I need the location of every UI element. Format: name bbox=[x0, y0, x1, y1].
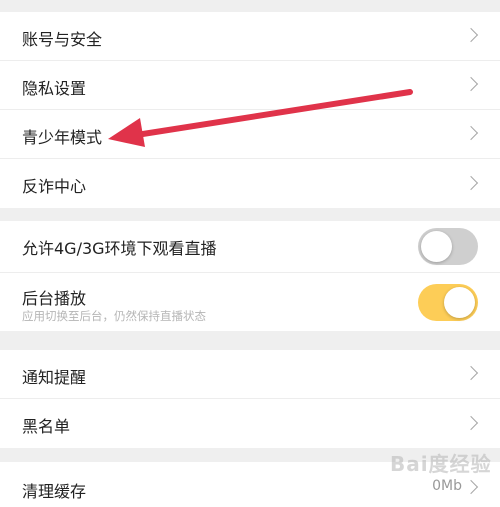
notification-row[interactable]: 通知提醒 bbox=[0, 350, 500, 399]
anti-fraud-row[interactable]: 反诈中心 bbox=[0, 159, 500, 208]
privacy-settings-label: 隐私设置 bbox=[22, 79, 87, 98]
chevron-right-icon bbox=[463, 76, 479, 92]
chevron-right-icon bbox=[463, 125, 479, 141]
mobile-data-label: 允许4G/3G环境下观看直播 bbox=[22, 238, 217, 258]
notification-label: 通知提醒 bbox=[22, 368, 87, 387]
teen-mode-row[interactable]: 青少年模式 bbox=[0, 110, 500, 159]
background-play-label: 后台播放 bbox=[22, 289, 87, 308]
toggle-knob bbox=[421, 231, 452, 262]
account-security-row[interactable]: 账号与安全 bbox=[0, 12, 500, 61]
notify-group: 通知提醒 黑名单 bbox=[0, 350, 500, 448]
watermark: Bai度经验 bbox=[390, 452, 492, 476]
mobile-data-row: 允许4G/3G环境下观看直播 bbox=[0, 221, 500, 273]
chevron-right-icon bbox=[463, 27, 479, 43]
chevron-right-icon bbox=[463, 175, 479, 190]
background-play-toggle[interactable] bbox=[418, 283, 478, 321]
playback-group: 允许4G/3G环境下观看直播 后台播放 应用切换至后台，仍然保持直播状态 bbox=[0, 221, 500, 331]
toggle-knob bbox=[444, 286, 475, 318]
chevron-right-icon bbox=[463, 365, 479, 381]
blacklist-row[interactable]: 黑名单 bbox=[0, 399, 500, 448]
chevron-right-icon bbox=[463, 479, 479, 494]
mobile-data-toggle[interactable] bbox=[418, 228, 478, 265]
anti-fraud-label: 反诈中心 bbox=[22, 177, 87, 196]
account-group: 账号与安全 隐私设置 青少年模式 反诈中心 bbox=[0, 12, 500, 208]
chevron-right-icon bbox=[463, 415, 479, 430]
account-security-label: 账号与安全 bbox=[22, 30, 103, 49]
clear-cache-label: 清理缓存 bbox=[22, 482, 87, 501]
privacy-settings-row[interactable]: 隐私设置 bbox=[0, 61, 500, 110]
background-play-description: 应用切换至后台，仍然保持直播状态 bbox=[22, 309, 206, 323]
blacklist-label: 黑名单 bbox=[22, 417, 71, 436]
cache-size-value: 0Mb bbox=[432, 478, 462, 494]
teen-mode-label: 青少年模式 bbox=[22, 128, 103, 147]
background-play-row: 后台播放 应用切换至后台，仍然保持直播状态 bbox=[0, 273, 500, 331]
